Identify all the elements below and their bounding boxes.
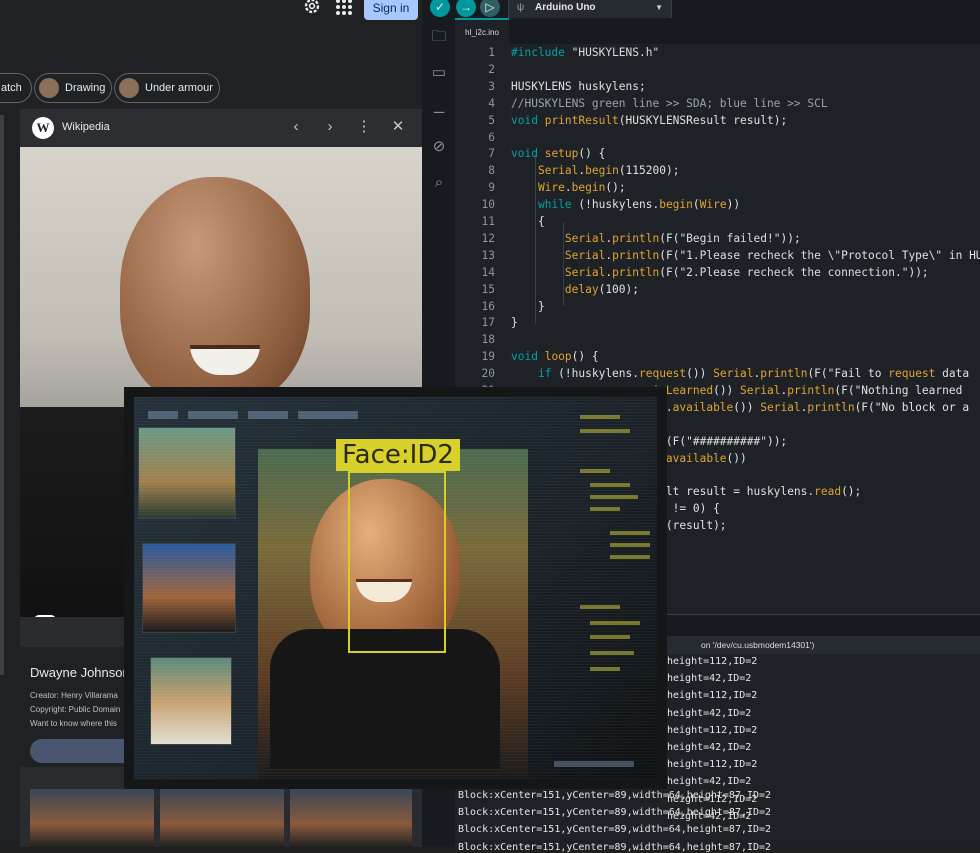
chip-under-armour[interactable]: Under armour xyxy=(114,73,220,103)
line-number: 1 xyxy=(488,46,495,59)
code-line: } xyxy=(511,299,545,313)
code-line: void setup() { xyxy=(511,147,606,161)
usb-icon: ψ xyxy=(517,2,525,13)
browser-topbar: Sign in xyxy=(0,0,422,20)
serial-line: Block:xCenter=151,yCenter=89,width=64,he… xyxy=(458,807,772,819)
line-number: 7 xyxy=(488,147,495,161)
face-id-label: Face:ID2 xyxy=(336,439,460,471)
serial-line: height=112,ID=2 xyxy=(667,724,758,736)
line-number: 17 xyxy=(481,316,495,330)
chevron-down-icon: ▼ xyxy=(655,3,663,12)
board-name: Arduino Uno xyxy=(535,2,596,13)
serial-line: Block:xCenter=151,yCenter=89,width=64,he… xyxy=(458,841,772,853)
verify-check-icon[interactable]: ✓ xyxy=(430,0,450,17)
serial-line: Block:xCenter=151,yCenter=89,width=64,he… xyxy=(458,824,772,836)
related-search-chips: atch Drawing Under armour xyxy=(0,73,422,103)
chip-drawing[interactable]: Drawing xyxy=(34,73,112,103)
image-copyright: Copyright: Public Domain xyxy=(30,705,121,714)
chip-avatar xyxy=(39,78,59,98)
search-icon[interactable]: ⌕ xyxy=(430,174,448,192)
ide-toolbar: ✓ → ▷ ψ Arduino Uno ▼ xyxy=(422,0,980,19)
serial-line: height=42,ID=2 xyxy=(667,742,752,753)
related-image[interactable] xyxy=(30,789,154,847)
source-name[interactable]: Wikipedia xyxy=(62,121,110,133)
related-image[interactable] xyxy=(290,789,412,847)
line-number: 20 xyxy=(481,367,495,381)
code-line: HUSKYLENS huskylens; xyxy=(511,79,646,93)
code-line: Serial.println(F("Begin failed!")); xyxy=(564,231,801,245)
code-line: { xyxy=(511,215,545,228)
tab-hl-i2c[interactable]: hl_i2c.ino xyxy=(455,18,509,46)
code-line: void printResult(HUSKYLENSResult result)… xyxy=(511,113,788,127)
code-line: delay(100); xyxy=(564,282,639,296)
chevron-right-icon[interactable]: › xyxy=(320,117,340,137)
gear-icon[interactable] xyxy=(302,0,322,18)
line-number: 13 xyxy=(481,248,495,262)
code-line: } xyxy=(511,316,518,330)
code-line: void loop() { xyxy=(511,350,599,364)
line-number: 5 xyxy=(488,113,495,127)
serial-port: on '/dev/cu.usbmodem14301') xyxy=(701,640,815,650)
preview-header: W Wikipedia ‹ › ⋮ ✕ xyxy=(20,109,422,147)
line-number: 3 xyxy=(488,79,495,93)
folder-icon[interactable]: 🗀 xyxy=(430,28,448,46)
serial-line: Block:xCenter=151,yCenter=89,width=64,he… xyxy=(458,790,772,801)
upload-arrow-icon[interactable]: → xyxy=(456,0,476,17)
line-number: 11 xyxy=(481,215,495,228)
serial-line: height=112,ID=2 xyxy=(667,690,758,702)
library-icon[interactable]: 𝍠 xyxy=(430,100,448,118)
code-line: if (!huskylens.request()) Serial.println… xyxy=(537,367,970,381)
related-images xyxy=(30,789,422,847)
line-number: 19 xyxy=(481,350,495,364)
more-vertical-icon[interactable]: ⋮ xyxy=(354,117,374,137)
apps-grid-icon[interactable] xyxy=(336,0,352,15)
debug-block-icon[interactable]: ⊘ xyxy=(430,138,448,156)
sign-in-button[interactable]: Sign in xyxy=(364,0,418,20)
lens-search-icon[interactable] xyxy=(34,615,56,617)
chip-watch[interactable]: atch xyxy=(0,73,32,103)
line-number: 6 xyxy=(488,130,495,144)
line-number: 10 xyxy=(481,198,495,212)
line-number: 4 xyxy=(488,96,495,110)
image-title[interactable]: Dwayne Johnson xyxy=(30,665,130,680)
debug-icon[interactable]: ▷ xyxy=(480,0,500,17)
line-number: 16 xyxy=(481,299,495,313)
close-icon[interactable]: ✕ xyxy=(388,117,408,137)
editor-tabs: hl_i2c.ino xyxy=(455,18,980,46)
huskylens-camera-photo: Face:ID2 xyxy=(124,387,667,789)
code-line: Wire.begin(); xyxy=(537,181,626,195)
line-number: 9 xyxy=(488,181,495,195)
serial-line: height=112,ID=2 xyxy=(667,759,758,771)
chip-avatar xyxy=(119,78,139,98)
serial-line: height=42,ID=2 xyxy=(667,673,752,685)
code-line: #include "HUSKYLENS.h" xyxy=(511,46,660,59)
wikipedia-logo: W xyxy=(32,117,54,139)
chevron-left-icon[interactable]: ‹ xyxy=(286,117,306,137)
code-line: //HUSKYLENS green line >> SDA; blue line… xyxy=(511,96,828,110)
serial-line: height=112,ID=2 xyxy=(667,656,758,667)
board-manager-icon[interactable]: ▭ xyxy=(430,64,448,82)
line-number: 14 xyxy=(481,265,495,279)
related-image[interactable] xyxy=(160,789,284,847)
code-line: while (!huskylens.begin(Wire)) xyxy=(537,198,741,212)
line-number: 2 xyxy=(488,62,495,76)
chip-label: Under armour xyxy=(145,82,213,94)
line-number: 18 xyxy=(481,333,495,347)
results-strip xyxy=(0,115,4,675)
line-number: 8 xyxy=(488,164,495,178)
chip-label: atch xyxy=(1,82,22,94)
code-line: Serial.println(F("2.Please recheck the c… xyxy=(564,265,929,279)
code-line: Serial.begin(115200); xyxy=(537,164,680,178)
code-line: Serial.println(F("1.Please recheck the \… xyxy=(564,248,980,262)
face-detection-box xyxy=(348,471,446,653)
board-selector[interactable]: ψ Arduino Uno ▼ xyxy=(508,0,672,19)
image-creator: Creator: Henry Villarama xyxy=(30,691,118,700)
line-number: 15 xyxy=(481,282,495,296)
image-question: Want to know where this xyxy=(30,719,117,728)
chip-label: Drawing xyxy=(65,82,106,94)
serial-line: height=42,ID=2 xyxy=(667,776,752,788)
serial-line: height=42,ID=2 xyxy=(667,707,752,719)
line-number: 12 xyxy=(481,231,495,245)
